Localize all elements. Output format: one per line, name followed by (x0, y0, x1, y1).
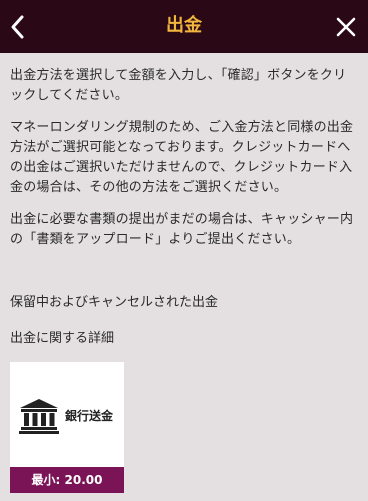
instruction-aml-notice: マネーロンダリング規制のため、ご入金方法と同様の出金方法がご選択可能となっており… (10, 120, 354, 195)
header-bar: 出金 (0, 0, 368, 53)
page-title: 出金 (166, 15, 202, 36)
instructions: 出金方法を選択して金額を入力し、「確認」ボタンをクリックしてください。 マネーロ… (10, 66, 358, 262)
payment-method-label: 銀行送金 (65, 409, 114, 423)
withdrawal-details-link[interactable]: 出金に関する詳細 (10, 329, 114, 349)
payment-method-bank-transfer[interactable]: 銀行送金 最小: 20.00 (10, 362, 124, 493)
close-button[interactable] (332, 13, 360, 41)
close-icon (336, 17, 356, 37)
minimum-amount-badge: 最小: 20.00 (10, 467, 124, 493)
bank-icon (19, 399, 59, 434)
instruction-documents: 出金に必要な書類の提出がまだの場合は、キャッシャー内の「書類をアップロード」より… (10, 212, 354, 247)
pending-withdrawals-link[interactable]: 保留中およびキャンセルされた出金 (10, 293, 218, 313)
instruction-select-method: 出金方法を選択して金額を入力し、「確認」ボタンをクリックしてください。 (10, 68, 347, 103)
